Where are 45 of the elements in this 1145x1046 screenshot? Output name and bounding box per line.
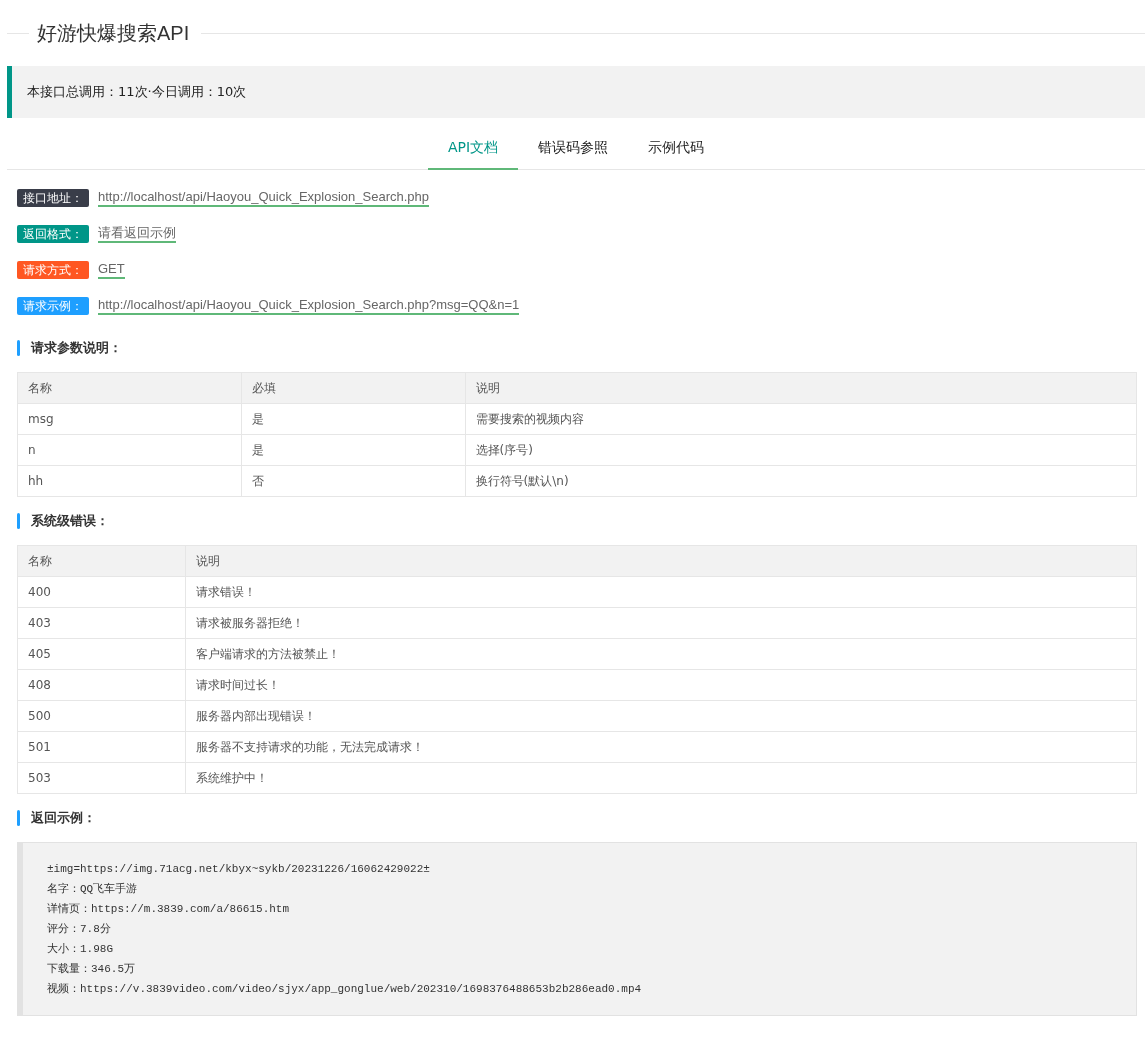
value-link[interactable]: GET bbox=[98, 261, 125, 279]
table-cell: 请求错误！ bbox=[185, 576, 1137, 608]
table-cell: 503 bbox=[17, 762, 186, 794]
value-link[interactable]: http://localhost/api/Haoyou_Quick_Explosion_Search.php bbox=[98, 189, 429, 207]
value-link[interactable]: http://localhost/api/Haoyou_Quick_Explosion_Search.php?msg=QQ&n=1 bbox=[98, 297, 520, 315]
table-cell: 是 bbox=[241, 434, 466, 466]
column-header: 说明 bbox=[185, 545, 1137, 577]
table-cell: n bbox=[17, 434, 242, 466]
field-label: 接口地址： bbox=[17, 189, 89, 207]
table-cell: 服务器内部出现错误！ bbox=[185, 700, 1137, 732]
column-header: 名称 bbox=[17, 545, 186, 577]
page-title: 好游快爆搜索API bbox=[37, 20, 190, 46]
table-cell: 408 bbox=[17, 669, 186, 701]
table-cell: 请求被服务器拒绝！ bbox=[185, 607, 1137, 639]
table-cell: 需要搜索的视频内容 bbox=[465, 403, 1137, 435]
table-cell: 400 bbox=[17, 576, 186, 608]
table-cell: 服务器不支持请求的功能，无法完成请求！ bbox=[185, 731, 1137, 763]
tab[interactable]: API文档 bbox=[427, 126, 519, 170]
value-link[interactable]: 请看返回示例 bbox=[98, 225, 176, 243]
tab[interactable]: 错误码参照 bbox=[518, 126, 629, 170]
table-cell: 501 bbox=[17, 731, 186, 763]
table-cell: hh bbox=[17, 465, 242, 497]
table-cell: 403 bbox=[17, 607, 186, 639]
field-label: 请求示例： bbox=[17, 297, 89, 315]
table-cell: msg bbox=[17, 403, 242, 435]
table-cell: 客户端请求的方法被禁止！ bbox=[185, 638, 1137, 670]
table-cell: 是 bbox=[241, 403, 466, 435]
table-cell: 系统维护中！ bbox=[185, 762, 1137, 794]
table-cell: 500 bbox=[17, 700, 186, 732]
column-header: 名称 bbox=[17, 372, 242, 404]
section-title: 请求参数说明： bbox=[31, 339, 122, 357]
column-header: 必填 bbox=[241, 372, 466, 404]
code-block: ±img=https://img.71acg.net/kbyx~sykb/20231226/16062429022± 名字：QQ飞车手游 详情页：https://m.3839.com/a/86615.htm 评分：7.8分 大小：1.98G 下载量：346.5万 视频：https://v.3839video.com/video/sjyx/app_gonglue/web/202310/1698376488653b2b286ead0.mp4 bbox=[17, 842, 1137, 1016]
field-label: 请求方式： bbox=[17, 261, 89, 279]
tab[interactable]: 示例代码 bbox=[628, 126, 725, 170]
table-cell: 405 bbox=[17, 638, 186, 670]
section-title: 返回示例： bbox=[31, 809, 96, 827]
table-cell: 否 bbox=[241, 465, 466, 497]
field-label: 返回格式： bbox=[17, 225, 89, 243]
column-header: 说明 bbox=[465, 372, 1137, 404]
table-cell: 换行符号(默认\n) bbox=[465, 465, 1137, 497]
section-title: 系统级错误： bbox=[31, 512, 109, 530]
stats-banner: 本接口总调用：11次·今日调用：10次 bbox=[7, 66, 1145, 118]
table-cell: 选择(序号) bbox=[465, 434, 1137, 466]
table-cell: 请求时间过长！ bbox=[185, 669, 1137, 701]
